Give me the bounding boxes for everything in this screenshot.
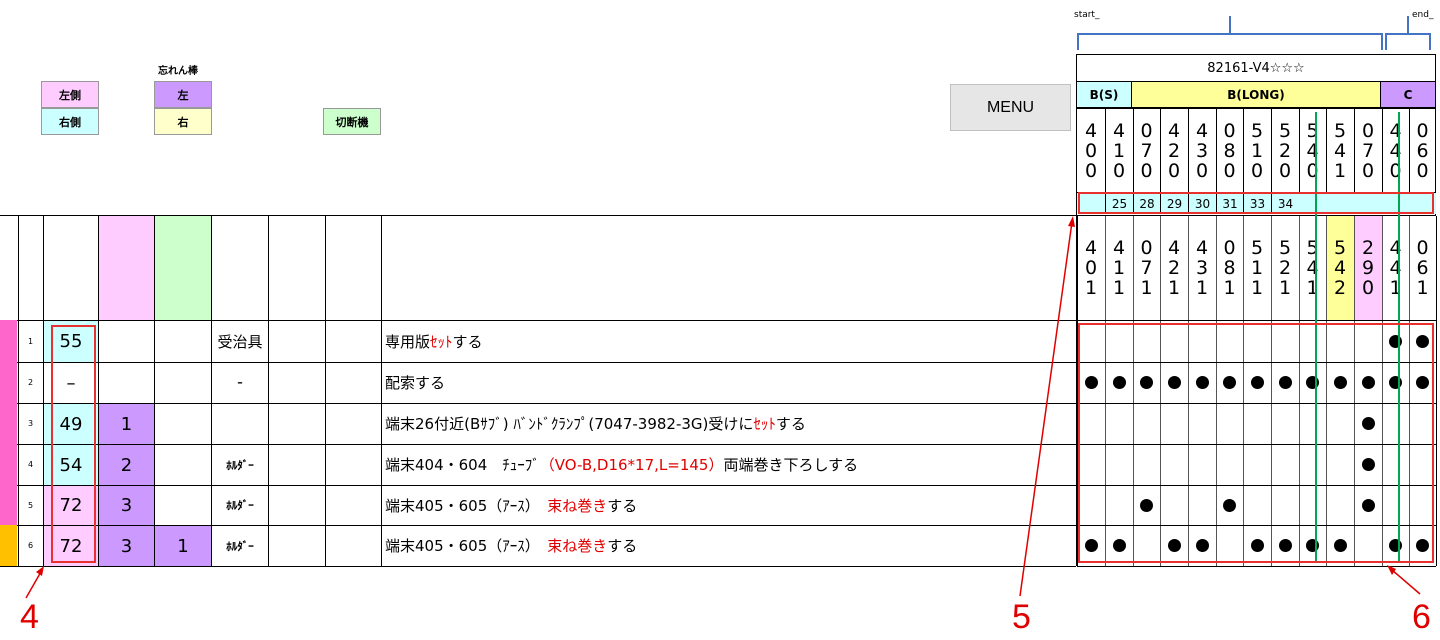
annotation-6: 6 [1412,598,1431,636]
annotation-arrows [25,216,1421,599]
annotation-4: 4 [20,598,39,636]
annotation-5: 5 [1012,598,1031,636]
